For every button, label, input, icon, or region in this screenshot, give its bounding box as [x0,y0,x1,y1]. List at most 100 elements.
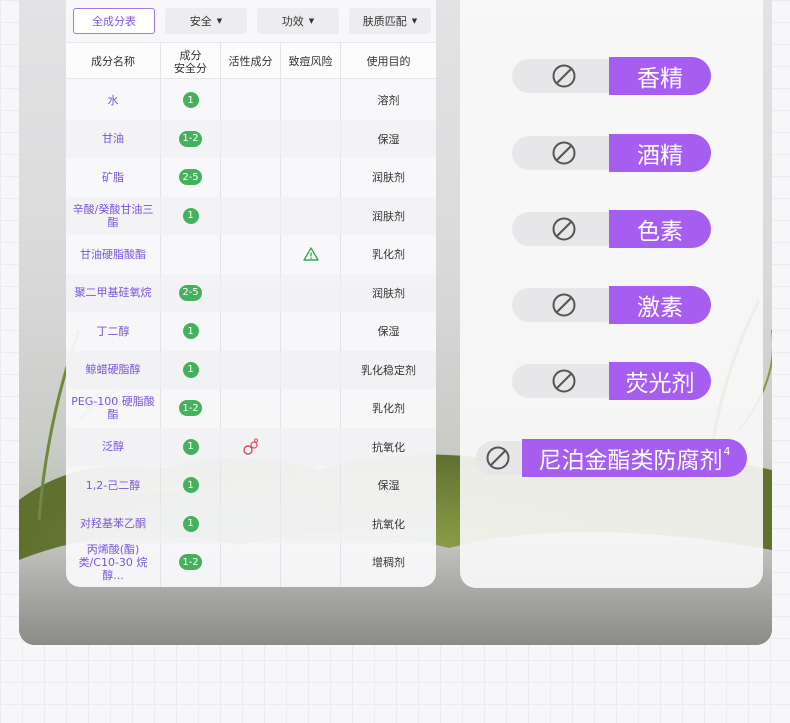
safety-score-badge: 1-2 [179,400,202,417]
usage-purpose: 润肤剂 [372,209,405,223]
prohibited-icon [486,446,510,470]
usage-purpose: 乳化剂 [372,248,405,262]
safety-score-cell [161,235,220,274]
free-from-label: 荧光剂 [609,362,711,400]
table-row[interactable]: 辛酸/癸酸甘油三酯 1 润肤剂 [66,196,436,236]
safety-score-cell: 1-2 [161,543,220,582]
acne-risk-cell [281,389,340,428]
active-cell [221,312,280,351]
table-row[interactable]: 水 1 溶剂 [66,81,436,120]
safety-score-cell: 2-5 [161,274,220,313]
table-row[interactable]: 1,2-己二醇 1 保湿 [66,466,436,505]
ingredient-table: 全成分表 安全 ▼ 功效 ▼ 肤质匹配 ▼ 成分名称 成分 安全分 活性成分 致… [66,0,436,587]
table-row[interactable]: PEG-100 硬脂酸酯 1-2 乳化剂 [66,389,436,428]
usage-purpose: 保湿 [377,132,400,146]
ingredient-name[interactable]: 1,2-己二醇 [66,466,160,505]
free-from-text: 尼泊金酯类防腐剂 [538,448,723,474]
table-row[interactable]: 泛醇 1 抗氧化 [66,427,436,467]
ingredient-name[interactable]: 鲸蜡硬脂醇 [66,351,160,390]
safety-score-cell: 1 [161,312,220,351]
free-from-label: 色素 [609,210,711,248]
free-from-panel: 香精酒精色素激素荧光剂尼泊金酯类防腐剂 4 [460,0,763,588]
ingredient-name[interactable]: 甘油硬脂酸酯 [66,235,160,274]
table-row[interactable]: 甘油 1-2 保湿 [66,119,436,159]
header-acne: 致痘风险 [288,55,333,68]
usage-purpose: 乳化稳定剂 [361,363,416,377]
free-from-text: 香精 [637,66,683,92]
ingredient-name[interactable]: 甘油 [66,120,160,159]
prohibited-icon [552,64,576,88]
acne-risk-cell [281,197,340,236]
prohibited-icon [552,369,576,393]
footnote-marker: 4 [723,444,731,458]
acne-risk-cell [281,543,340,582]
usage-purpose: 增稠剂 [372,556,405,570]
table-row[interactable]: 丁二醇 1 保湿 [66,312,436,351]
safety-score-cell: 1 [161,197,220,236]
usage-purpose: 保湿 [377,325,400,339]
safety-score-cell: 1 [161,81,220,120]
warning-icon [302,247,319,261]
safety-score-badge: 1 [182,207,199,224]
table-header: 成分名称 成分 安全分 活性成分 致痘风险 使用目的 [66,42,436,79]
active-cell [221,274,280,313]
active-cell [221,235,280,274]
active-cell [221,389,280,428]
usage-purpose: 润肤剂 [372,286,405,300]
active-cell [221,120,280,159]
ingredient-name[interactable]: PEG-100 硬脂酸酯 [66,389,160,428]
header-safety-line1: 成分 [179,48,202,62]
acne-risk-cell [281,505,340,544]
filter-skin-match-label: 肤质匹配 [362,15,407,28]
table-row[interactable]: 鲸蜡硬脂醇 1 乳化稳定剂 [66,350,436,390]
caret-down-icon: ▼ [216,17,223,25]
filter-skin-match-dropdown[interactable]: 肤质匹配 ▼ [349,8,431,34]
free-from-label: 香精 [609,57,711,95]
free-from-item: 激素 [460,286,763,324]
ingredient-name[interactable]: 丙烯酸(酯)类/C10-30 烷醇... [66,543,160,582]
header-name: 成分名称 [91,55,135,68]
safety-score-cell: 2-5 [161,158,220,197]
active-cell [221,505,280,544]
active-cell [221,197,280,236]
ingredient-name[interactable]: 泛醇 [66,428,160,467]
active-cell [221,466,280,505]
filter-safety-dropdown[interactable]: 安全 ▼ [165,8,247,34]
usage-purpose: 乳化剂 [372,402,405,416]
free-from-item: 荧光剂 [460,362,763,400]
filter-efficacy-label: 功效 [281,15,304,28]
free-from-text: 酒精 [637,143,683,169]
free-from-item: 酒精 [460,134,763,172]
ingredient-name[interactable]: 辛酸/癸酸甘油三酯 [66,197,160,236]
active-cell [221,158,280,197]
safety-score-badge: 1 [182,92,199,109]
safety-score-cell: 1-2 [161,389,220,428]
ingredient-name[interactable]: 丁二醇 [66,312,160,351]
free-from-text: 激素 [637,295,683,321]
free-from-item: 色素 [460,210,763,248]
caret-down-icon: ▼ [308,17,315,25]
safety-score-cell: 1 [161,351,220,390]
table-row[interactable]: 聚二甲基硅氧烷 2-5 润肤剂 [66,273,436,313]
ingredient-name[interactable]: 对羟基苯乙酮 [66,505,160,544]
table-row[interactable]: 对羟基苯乙酮 1 抗氧化 [66,504,436,544]
filter-efficacy-dropdown[interactable]: 功效 ▼ [257,8,339,34]
safety-score-badge: 1 [182,477,199,494]
prohibited-icon [552,217,576,241]
usage-purpose: 溶剂 [377,94,400,108]
ingredient-name[interactable]: 矿脂 [66,158,160,197]
active-cell [221,428,280,467]
prohibited-icon [552,141,576,165]
acne-risk-cell [281,351,340,390]
filter-all-ingredients[interactable]: 全成分表 [73,8,155,34]
table-row[interactable]: 矿脂 2-5 润肤剂 [66,158,436,197]
acne-risk-cell [281,312,340,351]
active-cell [221,351,280,390]
table-row[interactable]: 甘油硬脂酸酯 乳化剂 [66,235,436,274]
ingredient-name[interactable]: 聚二甲基硅氧烷 [66,274,160,313]
free-from-item: 香精 [460,57,763,95]
ingredient-name[interactable]: 水 [66,81,160,120]
prohibited-icon [552,293,576,317]
table-row[interactable]: 丙烯酸(酯)类/C10-30 烷醇... 1-2 增稠剂 [66,543,436,582]
filter-safety-label: 安全 [189,15,212,28]
